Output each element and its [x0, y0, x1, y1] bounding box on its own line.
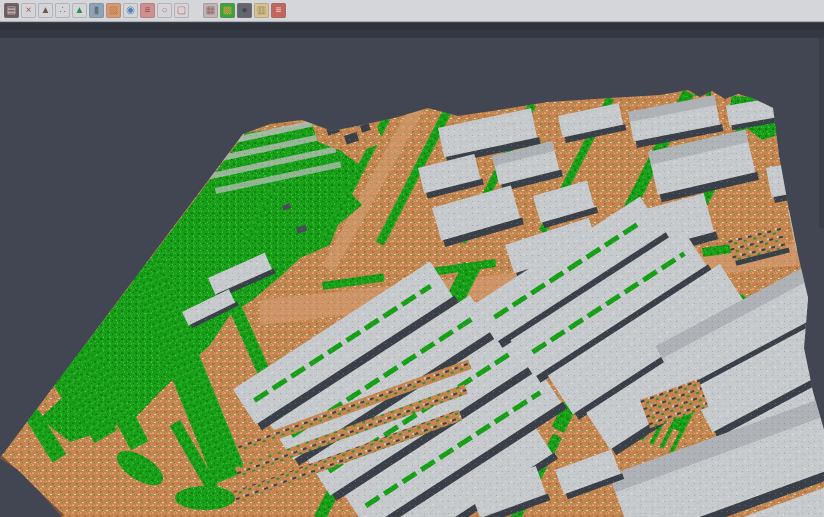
- measure-yellow-icon[interactable]: ▥: [254, 3, 269, 18]
- globe-icon[interactable]: ◉: [123, 3, 138, 18]
- main-toolbar: ▤×▲∴▲▮▨◉≡○▢▦▩●▥≡: [0, 0, 824, 22]
- grid-tool-icon[interactable]: ▦: [203, 3, 218, 18]
- dark-sphere-icon[interactable]: ●: [237, 3, 252, 18]
- column-blue-icon[interactable]: ▮: [89, 3, 104, 18]
- point-cloud: [0, 84, 824, 517]
- circle-select-icon[interactable]: ○: [157, 3, 172, 18]
- toolbar-separator: [0, 23, 824, 30]
- toolbar-group-gap: [189, 10, 201, 11]
- point-cloud-canvas: [0, 30, 824, 517]
- rect-select-icon[interactable]: ▢: [174, 3, 189, 18]
- application-window: ▤×▲∴▲▮▨◉≡○▢▦▩●▥≡: [0, 0, 824, 517]
- align-tool-icon[interactable]: ×: [21, 3, 36, 18]
- hill-green-icon[interactable]: ▲: [72, 3, 87, 18]
- speckle-overlay: [0, 108, 824, 517]
- area-orange-icon[interactable]: ▨: [106, 3, 121, 18]
- flag-red-icon[interactable]: ≡: [271, 3, 286, 18]
- file-tool-icon[interactable]: ▤: [4, 3, 19, 18]
- 3d-viewport[interactable]: [0, 30, 824, 517]
- classification-colors-icon[interactable]: ▩: [220, 3, 235, 18]
- viewport-top-shade: [0, 30, 824, 38]
- terrain-brown-icon[interactable]: ▲: [38, 3, 53, 18]
- points-tool-icon[interactable]: ∴: [55, 3, 70, 18]
- red-list-icon[interactable]: ≡: [140, 3, 155, 18]
- viewport-right-shade: [819, 38, 824, 228]
